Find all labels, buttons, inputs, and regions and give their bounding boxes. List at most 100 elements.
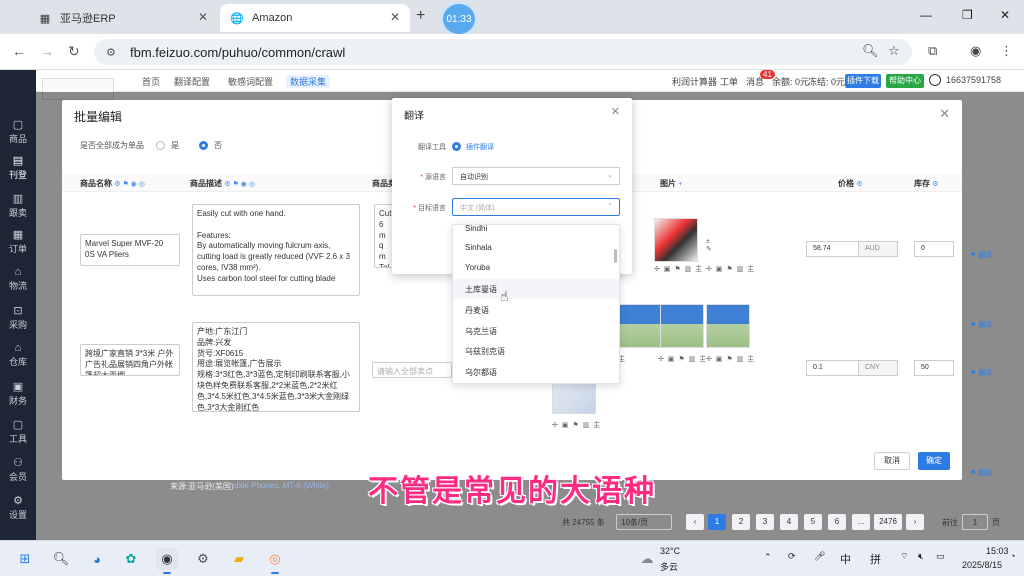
- close-icon[interactable]: ✕: [939, 106, 950, 122]
- chrome-icon[interactable]: ◉: [156, 548, 178, 574]
- image-tools[interactable]: ✢ ▣ ⚑ ▥ 主: [706, 264, 755, 274]
- tab-erp[interactable]: ▦ 亚马逊ERP ✕: [28, 4, 218, 32]
- restore-icon[interactable]: ❐: [962, 8, 973, 22]
- language-option[interactable]: 乌克兰语: [453, 321, 619, 341]
- sidebar-item-tools[interactable]: ▢ 工具: [0, 418, 36, 445]
- translate-link[interactable]: ⚑ 翻译: [970, 320, 992, 330]
- currency-select-1[interactable]: AUD: [858, 241, 898, 257]
- sidebar-item-settings[interactable]: ⚙ 设置: [0, 494, 36, 521]
- forward-icon[interactable]: →: [40, 43, 54, 59]
- prev-page-icon[interactable]: ‹: [686, 514, 704, 530]
- confirm-button[interactable]: 确定: [918, 452, 950, 470]
- page-6[interactable]: 6: [828, 514, 846, 530]
- plugin-download-button[interactable]: 插件下载: [845, 74, 881, 88]
- language-option[interactable]: 乌尔都语: [453, 362, 619, 382]
- sidebar-item-purchase[interactable]: ⊡ 采购: [0, 304, 36, 331]
- target-language-select[interactable]: 中文 (简体) ⌃: [452, 198, 620, 216]
- page-2[interactable]: 2: [732, 514, 750, 530]
- back-icon[interactable]: ←: [12, 43, 26, 59]
- new-tab-icon[interactable]: +: [416, 7, 425, 25]
- help-center-button[interactable]: 帮助中心: [886, 74, 924, 88]
- translate-link[interactable]: ⚑ 翻译: [970, 468, 992, 478]
- url-input[interactable]: ⚙ fbm.feizuo.com/puhuo/common/crawl: [94, 39, 912, 65]
- page-1[interactable]: 1: [708, 514, 726, 530]
- mic-icon[interactable]: 🎤︎: [814, 551, 825, 562]
- ime-mode[interactable]: 拼: [870, 551, 881, 567]
- selling-point-input-1[interactable]: Cut 6 m q m Tol We: [374, 204, 394, 268]
- page-4[interactable]: 4: [780, 514, 798, 530]
- weather-cloud-icon[interactable]: ☁: [636, 548, 658, 570]
- minimize-icon[interactable]: —: [920, 8, 932, 22]
- tab-sensitive-config[interactable]: 敏感词配置: [228, 75, 273, 88]
- product-desc-input-2[interactable]: 产地:广东江门 品牌:兴发 货号:XF0615 用途:展览帐篷,广告展示 规格:…: [192, 322, 360, 412]
- user-phone[interactable]: 16637591758: [946, 75, 1001, 85]
- product-desc-input-1[interactable]: Easily cut with one hand. Features: By a…: [192, 204, 360, 296]
- product-image[interactable]: [654, 218, 698, 262]
- avatar[interactable]: [929, 74, 941, 86]
- selling-point-input-2[interactable]: 请输入全部卖点: [372, 362, 452, 378]
- tab-translate-config[interactable]: 翻译配置: [174, 75, 210, 88]
- tab-home[interactable]: 首页: [142, 75, 160, 88]
- cancel-button[interactable]: 取消: [874, 452, 910, 470]
- sidebar-item-warehouse[interactable]: ⌂ 仓库: [0, 342, 36, 368]
- tab-amazon[interactable]: 🌐 Amazon ✕: [220, 4, 410, 32]
- product-name-input-2[interactable]: 跨境广家直销 3*3米 户外广告礼品展销四角户外帐篷超大雨棚: [80, 344, 180, 376]
- page-size-select[interactable]: 10条/页: [616, 514, 672, 530]
- volume-icon[interactable]: 🔇︎: [918, 551, 924, 562]
- site-info-icon[interactable]: ⚙: [106, 46, 120, 59]
- reload-icon[interactable]: ↻: [68, 43, 80, 60]
- bookmark-star-icon[interactable]: ☆: [888, 43, 900, 59]
- product-link[interactable]: obile Phones, MT-6 (White): [232, 481, 329, 490]
- product-image[interactable]: [706, 304, 750, 348]
- language-option[interactable]: Sinhala: [453, 238, 619, 258]
- language-option[interactable]: Sindhi: [453, 225, 619, 233]
- notification-icon[interactable]: ◔: [1010, 551, 1015, 561]
- tab-data-crawl[interactable]: 数据采集: [286, 75, 331, 88]
- wifi-icon[interactable]: ⌔: [900, 551, 908, 562]
- close-icon[interactable]: ✕: [611, 105, 620, 118]
- extensions-icon[interactable]: ⧉: [928, 43, 937, 59]
- sidebar-item-finance[interactable]: ▣ 财务: [0, 380, 36, 407]
- currency-select-2[interactable]: CNY: [858, 360, 898, 376]
- language-option[interactable]: 土库曼语: [453, 279, 619, 299]
- sidebar-item-goods[interactable]: ▢ 商品: [0, 118, 36, 145]
- translate-link[interactable]: ⚑ 翻译: [970, 250, 992, 260]
- sidebar-item-orders[interactable]: ▦ 订单: [0, 228, 36, 255]
- image-tools[interactable]: ✢ ▣ ⚑ ▥ 主: [654, 264, 703, 274]
- profit-calculator-link[interactable]: 利润计算器: [672, 75, 717, 88]
- sidebar-item-logistics[interactable]: ⌂ 物流: [0, 266, 36, 292]
- ticket-link[interactable]: 工单: [720, 75, 738, 88]
- goto-input[interactable]: 1: [962, 514, 988, 530]
- app-icon[interactable]: ✿: [120, 548, 142, 570]
- windows-start-icon[interactable]: ⊞: [14, 548, 36, 570]
- stock-input-1[interactable]: 0: [914, 241, 954, 257]
- edge-icon[interactable]: ◕: [86, 548, 108, 570]
- product-image[interactable]: [660, 304, 704, 348]
- folder-icon[interactable]: ▰: [228, 548, 250, 570]
- page-5[interactable]: 5: [804, 514, 822, 530]
- language-option[interactable]: 乌兹别克语: [453, 341, 619, 361]
- language-option[interactable]: 丹麦语: [453, 300, 619, 320]
- tray-expand-icon[interactable]: ⌃: [764, 552, 772, 563]
- price-input-2[interactable]: 0.1: [806, 360, 866, 376]
- sync-icon[interactable]: ⟳: [788, 551, 796, 562]
- menu-icon[interactable]: ⋮: [1000, 43, 1013, 59]
- dropdown-scrollbar[interactable]: [614, 249, 617, 263]
- settings-icon[interactable]: ⚙: [192, 548, 214, 570]
- sidebar-item-publish[interactable]: ▤ 刊登: [0, 154, 36, 181]
- price-input-1[interactable]: 58.74: [806, 241, 866, 257]
- translate-link[interactable]: ⚑ 翻译: [970, 368, 992, 378]
- page-last[interactable]: 2476: [874, 514, 902, 530]
- image-tools[interactable]: ✢ ▣ ⚑ ▥ 主: [552, 420, 601, 430]
- image-tools[interactable]: ✢ ▣ ⚑ ▥ 主: [706, 354, 755, 364]
- ime-language[interactable]: 中: [840, 551, 851, 567]
- radio-yes[interactable]: [156, 141, 165, 150]
- product-name-input-1[interactable]: Marvel Super MVF-20 0S VA Pliers: [80, 234, 180, 266]
- plugin-translate-radio[interactable]: [452, 142, 461, 151]
- sidebar-item-member[interactable]: ⚇ 会员: [0, 456, 36, 483]
- language-option[interactable]: Yoruba: [453, 258, 619, 278]
- zoom-icon[interactable]: 🔍︎: [862, 43, 879, 59]
- page-ellipsis[interactable]: ...: [852, 514, 870, 530]
- stock-input-2[interactable]: 50: [914, 360, 954, 376]
- recorder-icon[interactable]: ◎: [264, 548, 286, 574]
